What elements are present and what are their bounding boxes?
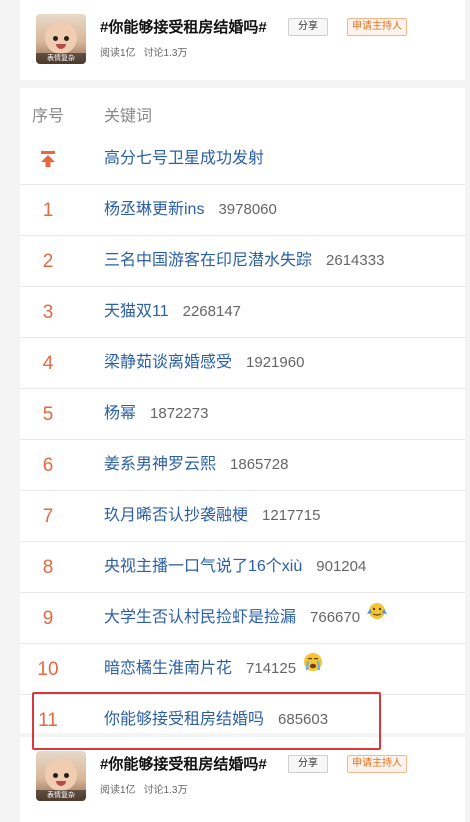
topic-header-top: 表情复杂 #你能够接受租房结婚吗# 阅读1亿 讨论1.3万 分享 申请主持人 xyxy=(20,0,465,80)
avatar[interactable]: 表情复杂 xyxy=(36,14,86,64)
avatar-face xyxy=(45,22,77,54)
avatar-caption: 表情复杂 xyxy=(36,790,86,801)
crying-emoji-icon xyxy=(302,644,324,694)
keyword-entry: 三名中国游客在印尼潜水失踪 2614333 xyxy=(104,236,384,286)
topic-title[interactable]: #你能够接受租房结婚吗# xyxy=(100,16,267,37)
list-item[interactable]: 1 杨丞琳更新ins 3978060 xyxy=(20,185,465,236)
keyword-entry: 天猫双11 2268147 xyxy=(104,287,241,337)
list-item[interactable]: 7 玖月晞否认抄袭融梗 1217715 xyxy=(20,491,465,542)
keyword-link[interactable]: 梁静茹谈离婚感受 xyxy=(104,354,232,371)
search-count: 766670 xyxy=(310,609,361,627)
apply-host-button[interactable]: 申请主持人 xyxy=(347,18,407,36)
topic-stats: 阅读1亿 讨论1.3万 xyxy=(100,44,187,59)
avatar-mouth xyxy=(56,44,66,49)
avatar-eye xyxy=(64,773,69,778)
keyword-link[interactable]: 玖月晞否认抄袭融梗 xyxy=(104,507,248,524)
keyword-entry: 暗恋橘生淮南片花 714125 xyxy=(104,644,324,694)
topic-stats: 阅读1亿 讨论1.3万 xyxy=(100,781,187,796)
keyword-link[interactable]: 暗恋橘生淮南片花 xyxy=(104,660,232,677)
keyword-link[interactable]: 央视主播一口气说了16个xiù xyxy=(104,558,302,575)
apply-host-button[interactable]: 申请主持人 xyxy=(347,755,407,773)
shrug-emoji-icon xyxy=(366,593,388,643)
rank-number: 5 xyxy=(42,404,54,425)
rank-number: 8 xyxy=(42,557,54,578)
search-count: 901204 xyxy=(316,558,367,575)
list-item[interactable]: 4 梁静茹谈离婚感受 1921960 xyxy=(20,338,465,389)
avatar-caption: 表情复杂 xyxy=(36,53,86,64)
rank-number: 6 xyxy=(42,455,54,476)
avatar-eye xyxy=(64,36,69,41)
search-count: 3978060 xyxy=(218,201,277,218)
search-count: 1217715 xyxy=(262,507,321,524)
list-item[interactable]: 5 杨幂 1872273 xyxy=(20,389,465,440)
keyword-entry: 玖月晞否认抄袭融梗 1217715 xyxy=(104,491,320,541)
list-item[interactable]: 6 姜系男神罗云熙 1865728 xyxy=(20,440,465,491)
keyword-link[interactable]: 姜系男神罗云熙 xyxy=(104,456,216,473)
list-item[interactable]: 2 三名中国游客在印尼潜水失踪 2614333 xyxy=(20,236,465,287)
keyword-entry: 杨丞琳更新ins 3978060 xyxy=(104,185,277,235)
search-count: 1872273 xyxy=(150,405,209,422)
keyword-entry: 姜系男神罗云熙 1865728 xyxy=(104,440,288,490)
avatar-eye xyxy=(53,773,58,778)
avatar-eye xyxy=(53,36,58,41)
list-item[interactable]: 8 央视主播一口气说了16个xiù 901204 xyxy=(20,542,465,593)
hot-search-list: 序号 关键词 高分七号卫星成功发射 1 杨丞琳更新ins 3978060 2 三名中国游… xyxy=(20,88,465,746)
search-count: 714125 xyxy=(246,660,297,678)
avatar[interactable]: 表情复杂 xyxy=(36,751,86,801)
column-rank-header: 序号 xyxy=(32,108,65,125)
list-item-pinned[interactable]: 高分七号卫星成功发射 xyxy=(20,134,465,185)
avatar-face xyxy=(45,759,77,791)
discussion-count: 讨论1.3万 xyxy=(143,48,188,59)
keyword-entry: 杨幂 1872273 xyxy=(104,389,208,439)
read-count: 阅读1亿 xyxy=(100,785,136,796)
pin-top-icon xyxy=(20,134,76,188)
list-item[interactable]: 9 大学生否认村民捡虾是捡漏 766670 xyxy=(20,593,465,644)
search-count: 2268147 xyxy=(182,303,242,320)
list-header: 序号 关键词 xyxy=(20,88,465,134)
keyword-link[interactable]: 杨幂 xyxy=(104,405,136,422)
list-item[interactable]: 10 暗恋橘生淮南片花 714125 xyxy=(20,644,465,695)
avatar-mouth xyxy=(56,781,66,786)
share-button[interactable]: 分享 xyxy=(288,18,328,36)
read-count: 阅读1亿 xyxy=(100,48,136,59)
keyword-link[interactable]: 天猫双11 xyxy=(104,303,169,320)
rank-number: 4 xyxy=(42,353,54,374)
search-count: 1865728 xyxy=(230,456,289,473)
share-button[interactable]: 分享 xyxy=(288,755,328,773)
rank-number: 7 xyxy=(42,506,54,527)
column-keyword-header: 关键词 xyxy=(104,108,153,125)
keyword-link[interactable]: 三名中国游客在印尼潜水失踪 xyxy=(104,252,312,269)
keyword-entry: 大学生否认村民捡虾是捡漏 766670 xyxy=(104,593,388,643)
keyword-link[interactable]: 杨丞琳更新ins xyxy=(104,201,204,218)
keyword-link[interactable]: 高分七号卫星成功发射 xyxy=(104,134,264,184)
keyword-entry: 央视主播一口气说了16个xiù 901204 xyxy=(104,542,366,592)
rank-number: 3 xyxy=(42,302,54,323)
list-item[interactable]: 3 天猫双11 2268147 xyxy=(20,287,465,338)
discussion-count: 讨论1.3万 xyxy=(143,785,188,796)
topic-title[interactable]: #你能够接受租房结婚吗# xyxy=(100,753,267,774)
keyword-entry: 梁静茹谈离婚感受 1921960 xyxy=(104,338,304,388)
rank-number: 1 xyxy=(42,200,54,221)
keyword-link[interactable]: 大学生否认村民捡虾是捡漏 xyxy=(104,609,296,626)
rank-number: 2 xyxy=(42,251,54,272)
rank-number: 10 xyxy=(37,659,59,680)
search-count: 1921960 xyxy=(246,354,305,371)
search-count: 2614333 xyxy=(326,252,385,269)
highlight-box xyxy=(32,692,381,750)
rank-number: 9 xyxy=(42,608,54,629)
